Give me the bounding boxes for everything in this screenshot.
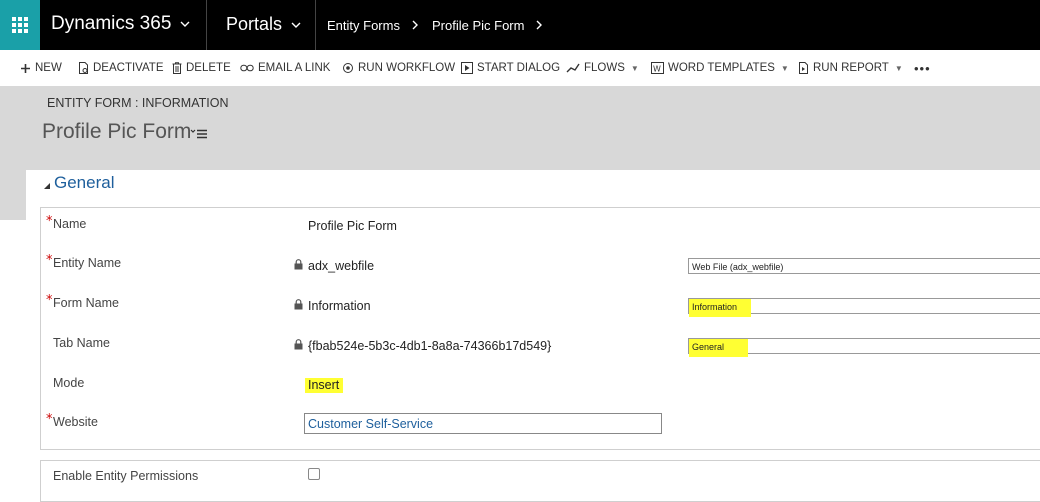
mode-label: Mode (53, 376, 85, 390)
breadcrumb-profile-pic-form[interactable]: Profile Pic Form (432, 18, 524, 33)
tab-name-value: {fbab524e-5b3c-4db1-8a8a-74366b17d549} (308, 339, 552, 353)
form-name-select[interactable]: Information (688, 298, 1040, 317)
top-nav-bar: Dynamics 365 Portals Entity Forms Profil… (0, 0, 1040, 50)
email-a-link-button-label: EMAIL A LINK (258, 62, 331, 74)
word-templates-button-label: WORD TEMPLATES (668, 62, 775, 74)
word-templates-button[interactable]: W WORD TEMPLATES ▼ (651, 50, 789, 86)
caret-down-icon: ▼ (894, 63, 903, 73)
run-report-button[interactable]: RUN REPORT ▼ (798, 50, 903, 86)
form-name-label: Form Name (53, 296, 119, 310)
chevron-right-icon (412, 20, 418, 30)
chevron-down-icon[interactable] (180, 20, 190, 28)
run-workflow-button-label: RUN WORKFLOW (358, 62, 456, 74)
flow-icon (566, 63, 580, 73)
left-gutter (0, 170, 26, 220)
section-title[interactable]: General (54, 173, 114, 193)
new-button[interactable]: NEW (20, 50, 62, 86)
tab-name-select-text: General (689, 339, 749, 357)
required-marker: * (46, 253, 53, 268)
required-marker: * (46, 412, 53, 427)
link-icon (240, 64, 254, 72)
more-commands-button[interactable]: ••• (914, 50, 931, 86)
website-lookup[interactable]: Customer Self-Service (304, 413, 662, 434)
command-bar: NEW DEACTIVATE DELETE EMAIL A LINK RUN W… (0, 50, 1040, 86)
divider (206, 0, 207, 50)
start-dialog-button[interactable]: START DIALOG (461, 50, 560, 86)
lock-icon (294, 339, 303, 350)
form-selector-icon[interactable] (190, 128, 208, 140)
entity-form-label: ENTITY FORM : INFORMATION (47, 96, 229, 110)
flows-button[interactable]: FLOWS ▼ (566, 50, 639, 86)
area-name[interactable]: Portals (226, 14, 282, 35)
app-launcher-icon[interactable] (0, 0, 40, 50)
name-label: Name (53, 217, 87, 231)
svg-text:W: W (653, 65, 661, 74)
report-icon (799, 62, 808, 74)
workflow-icon (343, 63, 353, 73)
more-icon: ••• (914, 60, 931, 76)
tab-name-select[interactable]: General (688, 338, 1040, 357)
entity-name-select[interactable]: Web File (adx_webfile) (688, 258, 1040, 274)
collapse-triangle-icon[interactable] (43, 182, 51, 190)
required-marker: * (46, 214, 53, 229)
chevron-right-icon[interactable] (536, 20, 543, 30)
page-title: Profile Pic Form (42, 120, 192, 143)
run-report-button-label: RUN REPORT (813, 62, 889, 74)
email-a-link-button[interactable]: EMAIL A LINK (240, 50, 330, 86)
document-icon (79, 62, 88, 74)
delete-button[interactable]: DELETE (172, 50, 231, 86)
website-label: Website (53, 415, 98, 429)
divider (315, 0, 316, 50)
caret-down-icon: ▼ (780, 63, 789, 73)
tab-name-label: Tab Name (53, 336, 110, 350)
run-workflow-button[interactable]: RUN WORKFLOW (342, 50, 455, 86)
enable-permissions-label: Enable Entity Permissions (53, 469, 199, 483)
form-name-select-text: Information (689, 299, 752, 317)
flows-button-label: FLOWS (584, 62, 625, 74)
entity-name-value: adx_webfile (308, 259, 375, 273)
breadcrumb-entity-forms[interactable]: Entity Forms (327, 18, 400, 33)
trash-icon (172, 62, 182, 74)
caret-down-icon: ▼ (630, 63, 639, 73)
form-name-value: Information (308, 299, 371, 313)
deactivate-button[interactable]: DEACTIVATE (78, 50, 164, 86)
mode-value[interactable]: Insert (305, 378, 344, 393)
entity-name-label: Entity Name (53, 256, 122, 270)
plus-icon (21, 63, 30, 73)
app-name[interactable]: Dynamics 365 (51, 13, 171, 35)
delete-button-label: DELETE (186, 62, 231, 74)
deactivate-button-label: DEACTIVATE (93, 62, 164, 74)
lock-icon (294, 299, 303, 310)
required-marker: * (46, 293, 53, 308)
word-icon: W (651, 62, 664, 74)
new-button-label: NEW (35, 62, 62, 74)
name-value[interactable]: Profile Pic Form (308, 219, 397, 233)
enable-permissions-checkbox[interactable] (308, 468, 320, 480)
chevron-down-icon[interactable] (291, 21, 301, 29)
play-icon (461, 62, 473, 74)
lock-icon (294, 259, 303, 270)
start-dialog-button-label: START DIALOG (477, 62, 561, 74)
